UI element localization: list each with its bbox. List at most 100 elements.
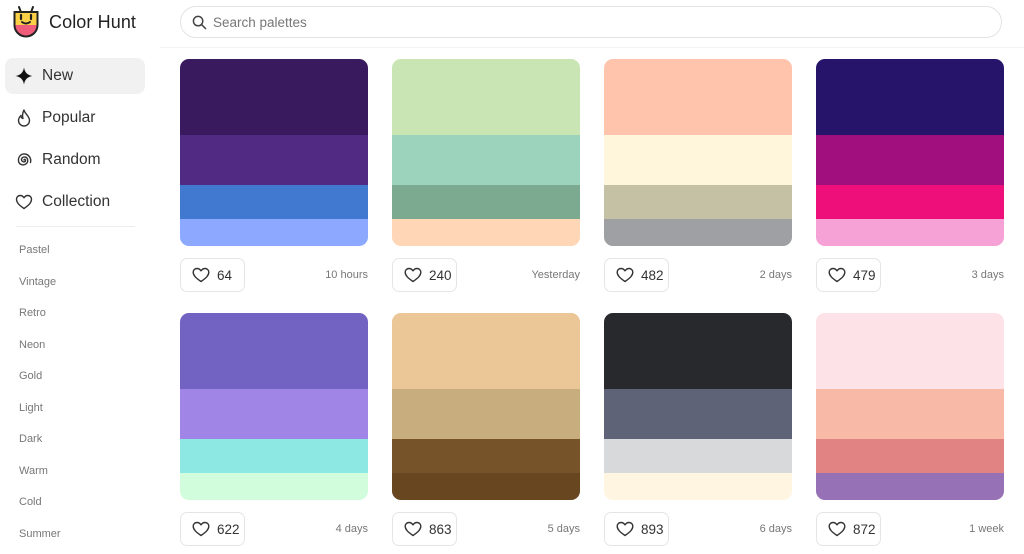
nav-label-random: Random [42, 151, 101, 168]
like-button[interactable]: 64 [180, 258, 245, 292]
color-swatch[interactable] [816, 389, 1004, 439]
nav-label-new: New [42, 67, 74, 84]
palette-swatches[interactable] [604, 313, 792, 500]
like-button[interactable]: 482 [604, 258, 669, 292]
palette-card: 64 10 hours [180, 59, 368, 292]
palette-age: 5 days [547, 523, 580, 535]
color-swatch[interactable] [816, 185, 1004, 219]
like-count: 482 [641, 267, 664, 283]
like-button[interactable]: 893 [604, 512, 669, 546]
like-count: 863 [429, 521, 452, 537]
heart-icon [15, 194, 33, 210]
color-swatch[interactable] [392, 185, 580, 219]
color-swatch[interactable] [392, 473, 580, 500]
like-button[interactable]: 872 [816, 512, 881, 546]
palette-swatches[interactable] [816, 59, 1004, 246]
color-swatch[interactable] [816, 313, 1004, 389]
palette-card: 872 1 week [816, 313, 1004, 546]
like-button[interactable]: 863 [392, 512, 457, 546]
flame-icon [17, 109, 31, 127]
tag-neon[interactable]: Neon [19, 339, 45, 351]
heart-icon [192, 267, 210, 283]
palette-age: 2 days [759, 269, 792, 281]
like-count: 622 [217, 521, 240, 537]
heart-icon [192, 521, 210, 537]
color-swatch[interactable] [180, 473, 368, 500]
color-swatch[interactable] [604, 389, 792, 439]
color-swatch[interactable] [180, 59, 368, 135]
like-count: 479 [853, 267, 876, 283]
heart-icon [828, 267, 846, 283]
color-swatch[interactable] [180, 439, 368, 473]
header-divider [160, 47, 1024, 48]
palette-age: 10 hours [325, 269, 368, 281]
color-swatch[interactable] [604, 313, 792, 389]
tag-light[interactable]: Light [19, 402, 43, 414]
color-swatch[interactable] [180, 135, 368, 185]
palette-card: 479 3 days [816, 59, 1004, 292]
color-swatch[interactable] [392, 313, 580, 389]
heart-icon [616, 267, 634, 283]
color-swatch[interactable] [604, 439, 792, 473]
tag-gold[interactable]: Gold [19, 370, 42, 382]
heart-icon [404, 521, 422, 537]
color-swatch[interactable] [180, 185, 368, 219]
palette-swatches[interactable] [180, 59, 368, 246]
color-swatch[interactable] [392, 135, 580, 185]
color-swatch[interactable] [816, 473, 1004, 500]
tag-warm[interactable]: Warm [19, 465, 48, 477]
search-input[interactable] [213, 14, 973, 30]
palette-swatches[interactable] [816, 313, 1004, 500]
color-swatch[interactable] [180, 219, 368, 246]
color-swatch[interactable] [392, 59, 580, 135]
nav-item-random[interactable]: Random [5, 142, 145, 178]
palette-card: 863 5 days [392, 313, 580, 546]
tag-pastel[interactable]: Pastel [19, 244, 50, 256]
tag-vintage[interactable]: Vintage [19, 276, 56, 288]
nav-item-collection[interactable]: Collection [5, 184, 145, 220]
palette-age: 4 days [335, 523, 368, 535]
color-swatch[interactable] [816, 439, 1004, 473]
palette-card: 482 2 days [604, 59, 792, 292]
color-swatch[interactable] [816, 135, 1004, 185]
color-swatch[interactable] [604, 135, 792, 185]
like-button[interactable]: 479 [816, 258, 881, 292]
tag-dark[interactable]: Dark [19, 433, 42, 445]
like-button[interactable]: 240 [392, 258, 457, 292]
color-swatch[interactable] [604, 59, 792, 135]
nav-item-popular[interactable]: Popular [5, 100, 145, 136]
nav-item-new[interactable]: New [5, 58, 145, 94]
color-swatch[interactable] [392, 439, 580, 473]
like-button[interactable]: 622 [180, 512, 245, 546]
color-swatch[interactable] [816, 219, 1004, 246]
search-bar[interactable] [180, 6, 1002, 38]
nav-label-collection: Collection [42, 193, 111, 210]
color-swatch[interactable] [180, 313, 368, 389]
app-name: Color Hunt [49, 11, 137, 32]
like-count: 893 [641, 521, 664, 537]
heart-icon [616, 521, 634, 537]
palette-age: 3 days [971, 269, 1004, 281]
heart-icon [828, 521, 846, 537]
palette-swatches[interactable] [180, 313, 368, 500]
color-swatch[interactable] [604, 473, 792, 500]
tag-cold[interactable]: Cold [19, 496, 42, 508]
color-swatch[interactable] [392, 389, 580, 439]
palette-swatches[interactable] [392, 59, 580, 246]
palette-card: 622 4 days [180, 313, 368, 546]
palette-swatches[interactable] [604, 59, 792, 246]
color-swatch[interactable] [604, 185, 792, 219]
tag-summer[interactable]: Summer [19, 528, 61, 540]
like-count: 64 [217, 267, 233, 283]
palette-card: 893 6 days [604, 313, 792, 546]
palette-age: 6 days [759, 523, 792, 535]
color-swatch[interactable] [392, 219, 580, 246]
color-swatch[interactable] [816, 59, 1004, 135]
color-swatch[interactable] [180, 389, 368, 439]
palette-card: 240 Yesterday [392, 59, 580, 292]
logo[interactable]: Color Hunt [12, 6, 136, 38]
color-swatch[interactable] [604, 219, 792, 246]
palette-age: 1 week [969, 523, 1004, 535]
tag-retro[interactable]: Retro [19, 307, 46, 319]
palette-swatches[interactable] [392, 313, 580, 500]
